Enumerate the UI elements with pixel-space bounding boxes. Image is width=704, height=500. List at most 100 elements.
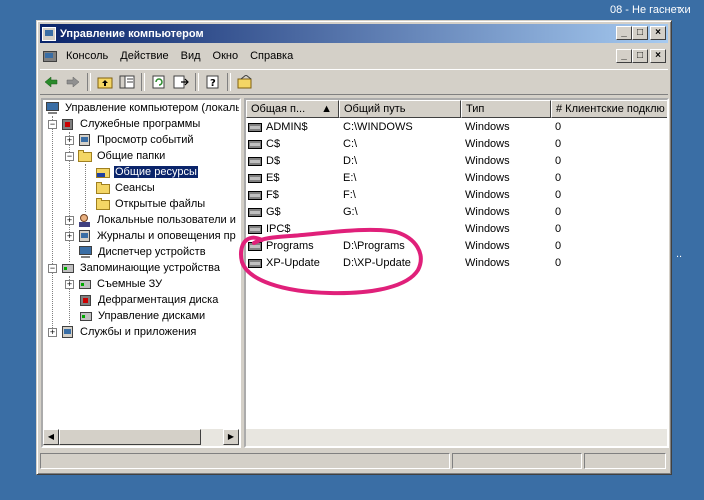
tree-label: Служебные программы [80, 118, 201, 130]
share-name-cell: G$ [248, 204, 338, 221]
tree-item-defragmenter[interactable]: Дефрагментация диска [78, 292, 219, 308]
app-icon[interactable] [42, 26, 56, 41]
child-close-button[interactable]: × [650, 49, 666, 63]
scroll-thumb[interactable] [59, 429, 201, 445]
share-name-text: F$ [266, 189, 279, 201]
share-path-cell: F:\ [343, 189, 356, 201]
expand-icon[interactable]: + [65, 215, 74, 225]
tree-item-disk-management[interactable]: Управление дисками [78, 308, 206, 324]
tree-item-storage[interactable]: − Запоминающие устройства [48, 260, 221, 276]
help-icon[interactable]: ? [202, 72, 224, 92]
menu-view[interactable]: Вид [175, 50, 207, 62]
share-path-cell: G:\ [343, 206, 358, 218]
share-clients-cell: 0 [555, 155, 562, 167]
share-clients-cell: 0 [555, 121, 562, 133]
scroll-left-button[interactable]: ◀ [43, 429, 59, 445]
share-path-cell: E:\ [343, 172, 357, 184]
table-row[interactable]: F$ F:\ Windows 0 [246, 187, 667, 204]
collapse-icon[interactable]: − [48, 119, 57, 129]
share-name-text: IPC$ [266, 223, 291, 235]
tree-item-computer-management[interactable]: Управление компьютером (локаль [45, 100, 239, 116]
tree-item-system-tools[interactable]: − Служебные программы [48, 116, 201, 132]
shared-folder-icon [248, 156, 264, 168]
collapse-icon[interactable]: − [48, 263, 57, 273]
collapse-icon[interactable]: − [65, 151, 74, 161]
share-clients-cell: 0 [555, 223, 562, 235]
tree-label: Съемные ЗУ [97, 278, 163, 290]
share-type-cell: Windows [465, 206, 510, 218]
tree-item-services-apps[interactable]: + Службы и приложения [48, 324, 197, 340]
table-row[interactable]: ADMIN$ C:\WINDOWS Windows 0 [246, 119, 667, 136]
table-row[interactable]: D$ D:\ Windows 0 [246, 153, 667, 170]
table-row[interactable]: C$ C:\ Windows 0 [246, 136, 667, 153]
up-folder-icon[interactable] [94, 72, 116, 92]
tree-item-event-viewer[interactable]: + Просмотр событий [65, 132, 195, 148]
tree-item-sessions[interactable]: Сеансы [95, 180, 156, 196]
console-tree-pane[interactable]: Управление компьютером (локаль − Служебн… [41, 98, 241, 448]
share-name-cell: F$ [248, 187, 338, 204]
open-files-icon [95, 197, 111, 211]
expand-icon[interactable]: + [65, 279, 74, 289]
disk-management-icon [78, 309, 94, 323]
scroll-right-button[interactable]: ▶ [223, 429, 239, 445]
storage-icon [60, 261, 76, 275]
tree-connector [85, 164, 86, 212]
show-hide-tree-icon[interactable] [116, 72, 138, 92]
table-row[interactable]: G$ G:\ Windows 0 [246, 204, 667, 221]
column-header-share-name[interactable]: Общая п... ▲ [246, 100, 339, 118]
menu-help[interactable]: Справка [244, 50, 299, 62]
tree-label: Диспетчер устройств [98, 246, 206, 258]
share-name-text: D$ [266, 155, 281, 167]
list-horizontal-scrollbar[interactable] [246, 429, 667, 446]
share-clients-cell: 0 [555, 206, 562, 218]
column-header-clients[interactable]: # Клиентские подклю [551, 100, 667, 118]
expand-icon[interactable]: + [65, 231, 74, 241]
export-list-icon[interactable] [170, 72, 192, 92]
column-header-label: Тип [466, 103, 485, 115]
expand-icon[interactable]: + [48, 327, 57, 337]
column-header-path[interactable]: Общий путь [339, 100, 461, 118]
title-bar[interactable]: Управление компьютером _ □ × [40, 24, 668, 43]
close-button[interactable]: × [650, 26, 666, 40]
expand-icon[interactable]: + [65, 135, 74, 145]
shared-folder-icon [248, 190, 264, 202]
minimize-button[interactable]: _ [616, 26, 632, 40]
tree-horizontal-scrollbar[interactable]: ◀ ▶ [43, 429, 239, 446]
refresh-icon[interactable] [148, 72, 170, 92]
column-header-type[interactable]: Тип [461, 100, 551, 118]
tree-item-local-users[interactable]: + Локальные пользователи и [65, 212, 237, 228]
tree-item-performance-logs[interactable]: + Журналы и оповещения пр [65, 228, 237, 244]
share-path-cell [343, 221, 461, 238]
child-restore-button[interactable]: □ [632, 49, 648, 63]
tree-label: Журналы и оповещения пр [97, 230, 236, 242]
forward-arrow-icon[interactable] [62, 72, 84, 92]
menu-window[interactable]: Окно [207, 50, 245, 62]
table-row[interactable]: E$ E:\ Windows 0 [246, 170, 667, 187]
back-arrow-icon[interactable] [40, 72, 62, 92]
table-row[interactable]: XP-Update D:\XP-Update Windows 0 [246, 255, 667, 272]
share-clients-cell: 0 [555, 189, 562, 201]
share-name-cell: D$ [248, 153, 338, 170]
maximize-button[interactable]: □ [632, 26, 648, 40]
tree-item-shared-folders[interactable]: − Общие папки [65, 148, 166, 164]
share-type-cell: Windows [465, 223, 510, 235]
tree-item-open-files[interactable]: Открытые файлы [95, 196, 206, 212]
tree-label: Открытые файлы [115, 198, 206, 210]
share-clients-cell: 0 [555, 172, 562, 184]
tree-label-selected: Общие ресурсы [114, 166, 198, 178]
table-row[interactable]: IPC$ Windows 0 [246, 221, 667, 238]
svg-text:?: ? [210, 78, 216, 89]
new-share-icon[interactable] [234, 72, 256, 92]
status-pane-main [40, 453, 450, 469]
tree-item-device-manager[interactable]: Диспетчер устройств [78, 244, 207, 260]
tree-item-shares[interactable]: Общие ресурсы [95, 164, 198, 180]
mmc-console-icon[interactable] [42, 49, 58, 63]
desktop-window-title-text: 08 - Не гаснет [610, 4, 682, 16]
performance-logs-icon [77, 229, 93, 243]
tree-item-removable-storage[interactable]: + Съемные ЗУ [65, 276, 163, 292]
menu-action[interactable]: Действие [114, 50, 174, 62]
shares-list-pane[interactable]: Общая п... ▲ Общий путь Тип # Клиентские… [244, 98, 669, 448]
menu-console[interactable]: Консоль [60, 50, 114, 62]
table-row[interactable]: Programs D:\Programs Windows 0 [246, 238, 667, 255]
child-minimize-button[interactable]: _ [616, 49, 632, 63]
